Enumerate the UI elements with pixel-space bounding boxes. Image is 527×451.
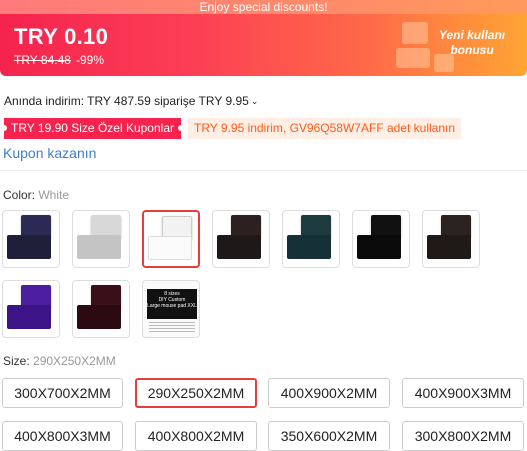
size-option[interactable]: 300X700X2MM	[2, 378, 123, 408]
discount-percent: -99%	[76, 53, 105, 67]
color-swatch-gray[interactable]	[72, 210, 130, 268]
diy-swatch-caption: 8 sizes DIY Custom Large mouse pad XXL	[147, 289, 197, 319]
size-option[interactable]: 300X800X2MM	[402, 421, 524, 451]
size-option[interactable]: 400X800X3MM	[2, 421, 123, 451]
bonus-line-2: bonusu	[450, 43, 494, 57]
selected-size-value: 290X250X2MM	[33, 354, 116, 368]
size-option[interactable]: 290X250X2MM	[135, 378, 257, 408]
color-swatch-navy[interactable]	[2, 210, 60, 268]
color-swatch-coffee[interactable]	[422, 210, 480, 268]
color-swatch-white[interactable]	[142, 210, 200, 268]
color-label: Color: White	[3, 188, 69, 202]
color-swatch-purple[interactable]	[2, 280, 60, 338]
divider	[0, 170, 527, 171]
earn-coupon-link[interactable]: Kupon kazanın	[3, 145, 96, 161]
instant-discount-dropdown[interactable]: Anında indirim: TRY 487.59 siparişe TRY …	[4, 94, 258, 108]
size-label: Size: 290X250X2MM	[3, 354, 116, 368]
size-option[interactable]: 400X800X2MM	[135, 421, 257, 451]
color-swatch-maroon[interactable]	[72, 280, 130, 338]
price-card: TRY 0.10 TRY 84.48 -99% Yeni kullanı bon…	[0, 14, 527, 76]
size-option[interactable]: 400X900X2MM	[268, 378, 390, 408]
color-swatch-black[interactable]	[352, 210, 410, 268]
color-label-prefix: Color:	[3, 188, 39, 202]
size-label-prefix: Size:	[3, 354, 34, 368]
color-swatch-diy-custom[interactable]: 8 sizes DIY Custom Large mouse pad XXL	[142, 280, 200, 338]
promo-banner: Enjoy special discounts!	[0, 0, 527, 14]
size-option[interactable]: 400X900X3MM	[402, 378, 524, 408]
color-swatch-dark-red[interactable]	[212, 210, 270, 268]
size-option[interactable]: 350X600X2MM	[268, 421, 390, 451]
bonus-line-1: Yeni kullanı	[438, 28, 506, 42]
instant-discount-text: Anında indirim: TRY 487.59 siparişe TRY …	[4, 94, 249, 108]
color-swatch-teal[interactable]	[282, 210, 340, 268]
chevron-down-icon: ⌄	[250, 96, 259, 106]
selected-color-value: White	[38, 188, 70, 202]
new-user-bonus-text[interactable]: Yeni kullanı bonusu	[417, 28, 527, 58]
special-coupon-badge[interactable]: TRY 19.90 Size Özel Kuponlar	[1, 118, 184, 139]
coupon-code-badge[interactable]: TRY 9.95 indirim, GV96Q58W7AFF adet kull…	[188, 118, 462, 139]
current-price: TRY 0.10	[14, 24, 109, 49]
promo-banner-text: Enjoy special discounts!	[199, 0, 328, 14]
original-price: TRY 84.48	[14, 53, 71, 67]
